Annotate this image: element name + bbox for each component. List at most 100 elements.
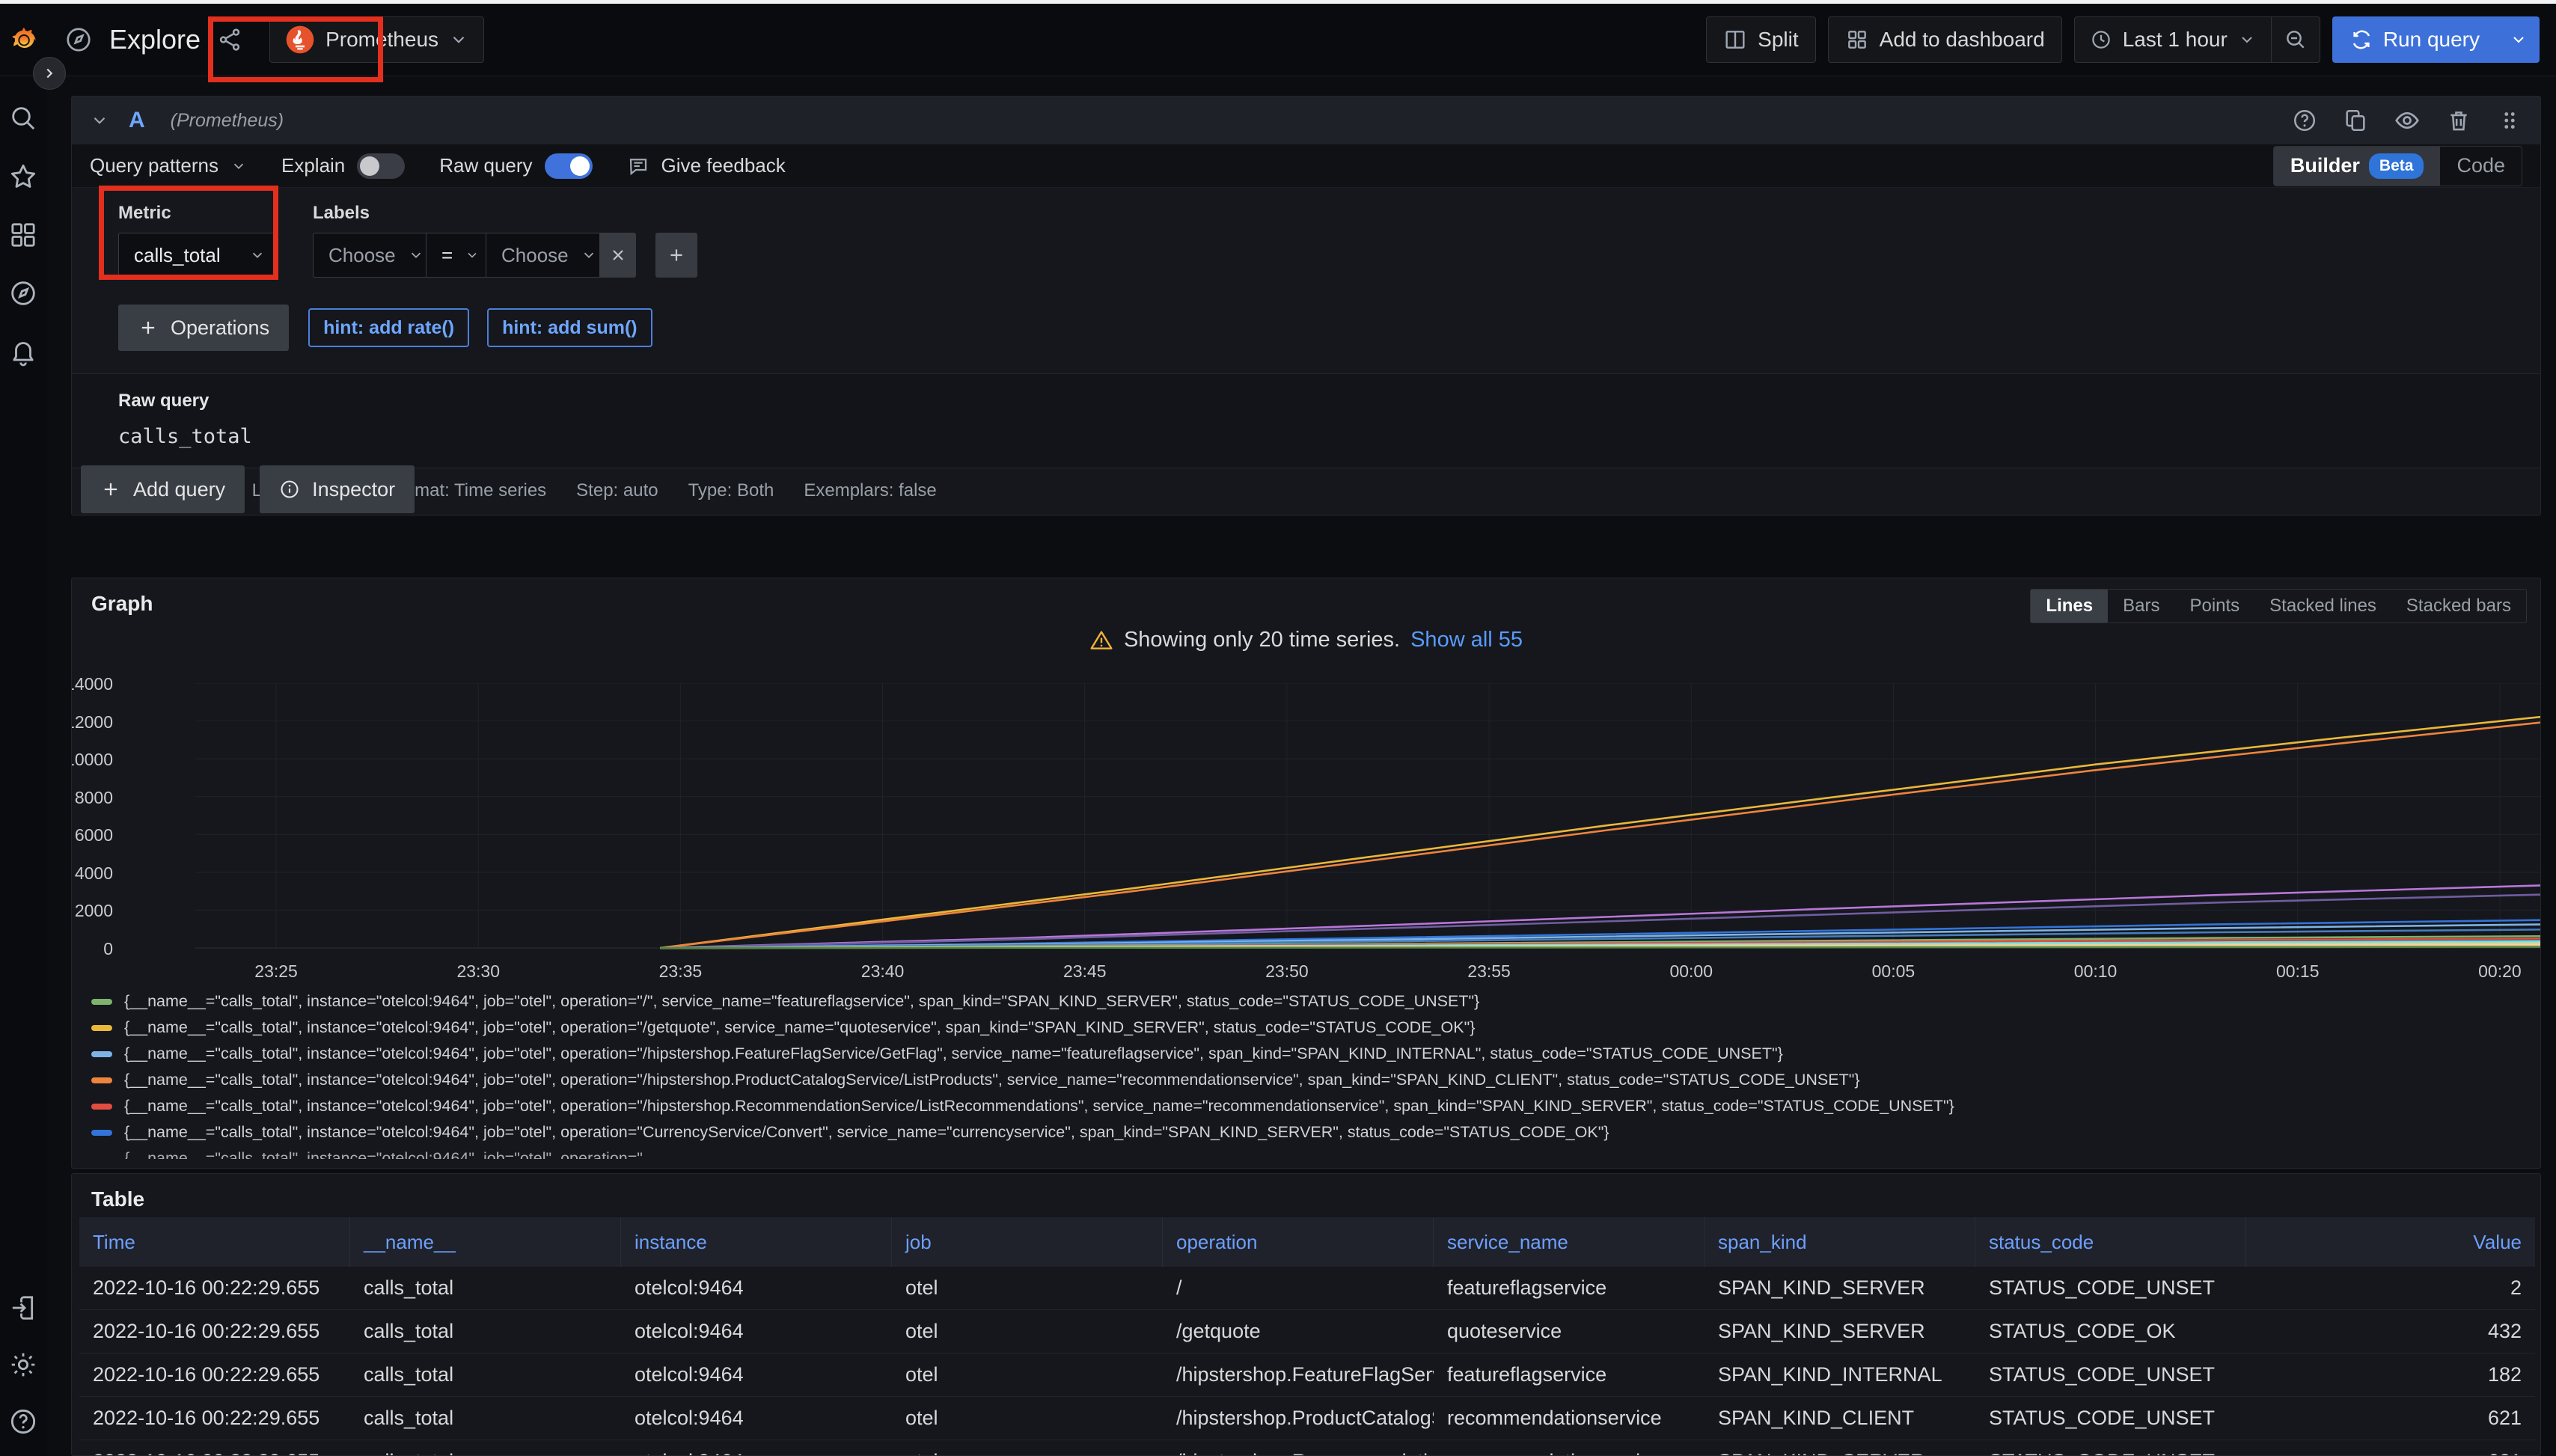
explain-toggle[interactable] bbox=[357, 153, 405, 179]
legend-item[interactable]: {__name__="calls_total", instance="otelc… bbox=[91, 1145, 2523, 1159]
time-range-button[interactable]: Last 1 hour bbox=[2075, 28, 2271, 52]
table-panel-title: Table bbox=[91, 1187, 144, 1211]
table-cell: otel bbox=[892, 1310, 1163, 1353]
column-header---name--[interactable]: __name__ bbox=[350, 1217, 621, 1267]
table-cell: STATUS_CODE_UNSET bbox=[1975, 1267, 2246, 1309]
x-axis-tick: 23:45 bbox=[1063, 961, 1107, 982]
y-axis-tick: 0 bbox=[71, 939, 113, 959]
legend-swatch bbox=[91, 1077, 112, 1083]
column-header-service-name[interactable]: service_name bbox=[1434, 1217, 1704, 1267]
help-icon[interactable] bbox=[2292, 107, 2317, 134]
graph-mode-points[interactable]: Points bbox=[2174, 590, 2254, 623]
bell-icon[interactable] bbox=[8, 337, 38, 367]
x-axis-tick: 23:25 bbox=[254, 961, 298, 982]
results-table: Time__name__instancejoboperationservice_… bbox=[79, 1217, 2535, 1456]
table-cell: SPAN_KIND_SERVER bbox=[1704, 1440, 1975, 1456]
legend-item[interactable]: {__name__="calls_total", instance="otelc… bbox=[91, 988, 2523, 1015]
copy-icon[interactable] bbox=[2343, 107, 2368, 134]
apps-icon[interactable] bbox=[8, 220, 38, 250]
graph-mode-stacked-bars[interactable]: Stacked bars bbox=[2391, 590, 2526, 623]
table-row[interactable]: 2022-10-16 00:22:29.655calls_totalotelco… bbox=[79, 1267, 2535, 1310]
table-cell: otel bbox=[892, 1440, 1163, 1456]
give-feedback-button[interactable]: Give feedback bbox=[627, 154, 786, 177]
table-row[interactable]: 2022-10-16 00:22:29.655calls_totalotelco… bbox=[79, 1310, 2535, 1353]
table-cell: /getquote bbox=[1163, 1310, 1434, 1353]
column-header-span-kind[interactable]: span_kind bbox=[1704, 1217, 1975, 1267]
query-hint-button-0[interactable]: hint: add rate() bbox=[308, 308, 469, 347]
table-cell: STATUS_CODE_UNSET bbox=[1975, 1353, 2246, 1396]
search-icon[interactable] bbox=[8, 103, 38, 133]
column-header-Value[interactable]: Value bbox=[2246, 1217, 2535, 1267]
code-mode-tab[interactable]: Code bbox=[2440, 147, 2522, 186]
column-header-status-code[interactable]: status_code bbox=[1975, 1217, 2246, 1267]
query-patterns-dropdown[interactable]: Query patterns bbox=[90, 154, 247, 177]
graph-mode-bars[interactable]: Bars bbox=[2108, 590, 2174, 623]
x-axis-tick: 00:05 bbox=[1872, 961, 1916, 982]
table-row[interactable]: 2022-10-16 00:22:29.655calls_totalotelco… bbox=[79, 1440, 2535, 1456]
grafana-logo[interactable] bbox=[0, 23, 46, 56]
legend-item[interactable]: {__name__="calls_total", instance="otelc… bbox=[91, 1041, 2523, 1067]
zoom-out-icon[interactable] bbox=[2271, 17, 2320, 62]
x-axis-tick: 23:35 bbox=[659, 961, 703, 982]
drag-handle-icon[interactable] bbox=[2497, 107, 2522, 134]
compass-icon[interactable] bbox=[8, 278, 38, 308]
table-cell: /hipstershop.ProductCatalogS… bbox=[1163, 1397, 1434, 1440]
cog-icon[interactable] bbox=[8, 1350, 38, 1380]
legend-label: {__name__="calls_total", instance="otelc… bbox=[124, 1097, 1954, 1116]
table-row[interactable]: 2022-10-16 00:22:29.655calls_totalotelco… bbox=[79, 1397, 2535, 1440]
eye-icon[interactable] bbox=[2394, 107, 2421, 134]
graph-canvas[interactable] bbox=[195, 683, 2541, 949]
query-options-row[interactable]: Options Legend: AutoFormat: Time seriesS… bbox=[72, 468, 2540, 515]
help-icon[interactable] bbox=[8, 1407, 38, 1437]
query-hint-button-1[interactable]: hint: add sum() bbox=[487, 308, 652, 347]
table-cell: otelcol:9464 bbox=[621, 1353, 892, 1396]
collapse-chevron-icon[interactable] bbox=[90, 111, 109, 130]
graph-mode-lines[interactable]: Lines bbox=[2031, 590, 2108, 623]
inspector-button[interactable]: Inspector bbox=[260, 465, 415, 513]
table-cell: /hipstershop.FeatureFlagServi… bbox=[1163, 1353, 1434, 1396]
column-header-job[interactable]: job bbox=[892, 1217, 1163, 1267]
raw-query-toggle[interactable] bbox=[545, 153, 593, 179]
table-row[interactable]: 2022-10-16 00:22:29.655calls_totalotelco… bbox=[79, 1353, 2535, 1397]
label-key-select[interactable]: Choose bbox=[313, 233, 426, 278]
share-icon[interactable] bbox=[217, 27, 242, 52]
signin-icon[interactable] bbox=[8, 1293, 38, 1323]
builder-mode-tab[interactable]: Builder Beta bbox=[2274, 147, 2441, 186]
table-cell: otelcol:9464 bbox=[621, 1440, 892, 1456]
time-picker: Last 1 hour bbox=[2074, 16, 2320, 63]
column-header-operation[interactable]: operation bbox=[1163, 1217, 1434, 1267]
sidebar bbox=[0, 76, 46, 1456]
remove-label-filter-button[interactable] bbox=[600, 233, 636, 278]
legend-item[interactable]: {__name__="calls_total", instance="otelc… bbox=[91, 1093, 2523, 1119]
chevron-down-icon bbox=[408, 247, 424, 263]
datasource-name: Prometheus bbox=[325, 28, 438, 52]
query-row-header[interactable]: A (Prometheus) bbox=[72, 97, 2540, 144]
graph-mode-stacked-lines[interactable]: Stacked lines bbox=[2254, 590, 2391, 623]
x-axis-tick: 00:10 bbox=[2074, 961, 2118, 982]
label-value-select[interactable]: Choose bbox=[486, 233, 600, 278]
add-query-button[interactable]: Add query bbox=[81, 465, 245, 513]
trash-icon[interactable] bbox=[2446, 107, 2471, 134]
legend-swatch bbox=[91, 1025, 112, 1031]
star-icon[interactable] bbox=[8, 162, 38, 192]
label-operator-select[interactable]: = bbox=[426, 233, 486, 278]
give-feedback-label: Give feedback bbox=[661, 154, 786, 177]
run-query-button[interactable]: Run query bbox=[2332, 16, 2498, 63]
metric-select[interactable]: calls_total bbox=[118, 233, 278, 278]
add-operation-button[interactable]: Operations bbox=[118, 305, 289, 351]
legend-item[interactable]: {__name__="calls_total", instance="otelc… bbox=[91, 1015, 2523, 1041]
column-header-instance[interactable]: instance bbox=[621, 1217, 892, 1267]
legend-item[interactable]: {__name__="calls_total", instance="otelc… bbox=[91, 1119, 2523, 1145]
warning-text: Showing only 20 time series. bbox=[1124, 628, 1400, 652]
show-all-series-link[interactable]: Show all 55 bbox=[1410, 628, 1523, 652]
run-query-caret[interactable] bbox=[2498, 16, 2540, 63]
datasource-picker[interactable]: Prometheus bbox=[269, 16, 484, 63]
add-label-filter-button[interactable] bbox=[655, 233, 697, 278]
metric-field: Metric calls_total bbox=[118, 203, 278, 278]
column-header-Time[interactable]: Time bbox=[79, 1217, 350, 1267]
sidebar-expand-button[interactable] bbox=[33, 57, 66, 90]
explain-label: Explain bbox=[281, 154, 345, 177]
legend-item[interactable]: {__name__="calls_total", instance="otelc… bbox=[91, 1067, 2523, 1093]
split-button[interactable]: Split bbox=[1706, 16, 1815, 63]
add-to-dashboard-button[interactable]: Add to dashboard bbox=[1828, 16, 2062, 63]
